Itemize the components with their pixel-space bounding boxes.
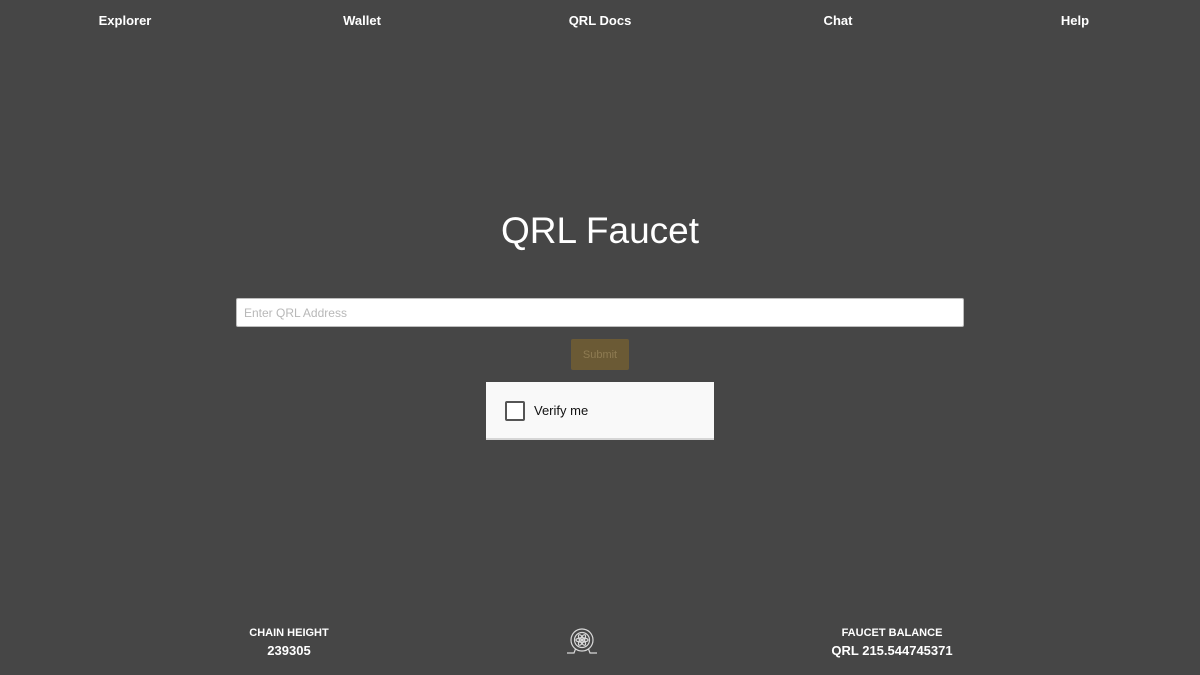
qrl-logo-icon: [567, 628, 597, 654]
chain-height-label: CHAIN HEIGHT: [249, 627, 329, 639]
captcha-label: Verify me: [534, 403, 589, 418]
captcha-checkbox[interactable]: [505, 401, 525, 421]
nav-link-wallet[interactable]: Wallet: [343, 13, 381, 28]
faucet-balance-stat: FAUCET BALANCE QRL 215.544745371: [831, 626, 952, 659]
chain-height-value: 239305: [267, 643, 311, 658]
nav-link-explorer[interactable]: Explorer: [99, 13, 152, 28]
faucet-balance-value: QRL 215.544745371: [831, 643, 953, 658]
submit-button[interactable]: Submit: [571, 339, 629, 370]
qrl-address-input[interactable]: [236, 298, 964, 327]
nav-link-chat[interactable]: Chat: [824, 13, 853, 28]
nav-link-qrl-docs[interactable]: QRL Docs: [569, 13, 632, 28]
faucet-balance-label: FAUCET BALANCE: [841, 627, 943, 639]
page-title: QRL Faucet: [500, 210, 700, 251]
chain-height-stat: CHAIN HEIGHT 239305: [249, 626, 328, 659]
captcha-widget: Verify me: [486, 382, 714, 440]
nav-link-help[interactable]: Help: [1061, 13, 1089, 28]
top-nav: Explorer Wallet QRL Docs Chat Help: [0, 0, 1200, 40]
